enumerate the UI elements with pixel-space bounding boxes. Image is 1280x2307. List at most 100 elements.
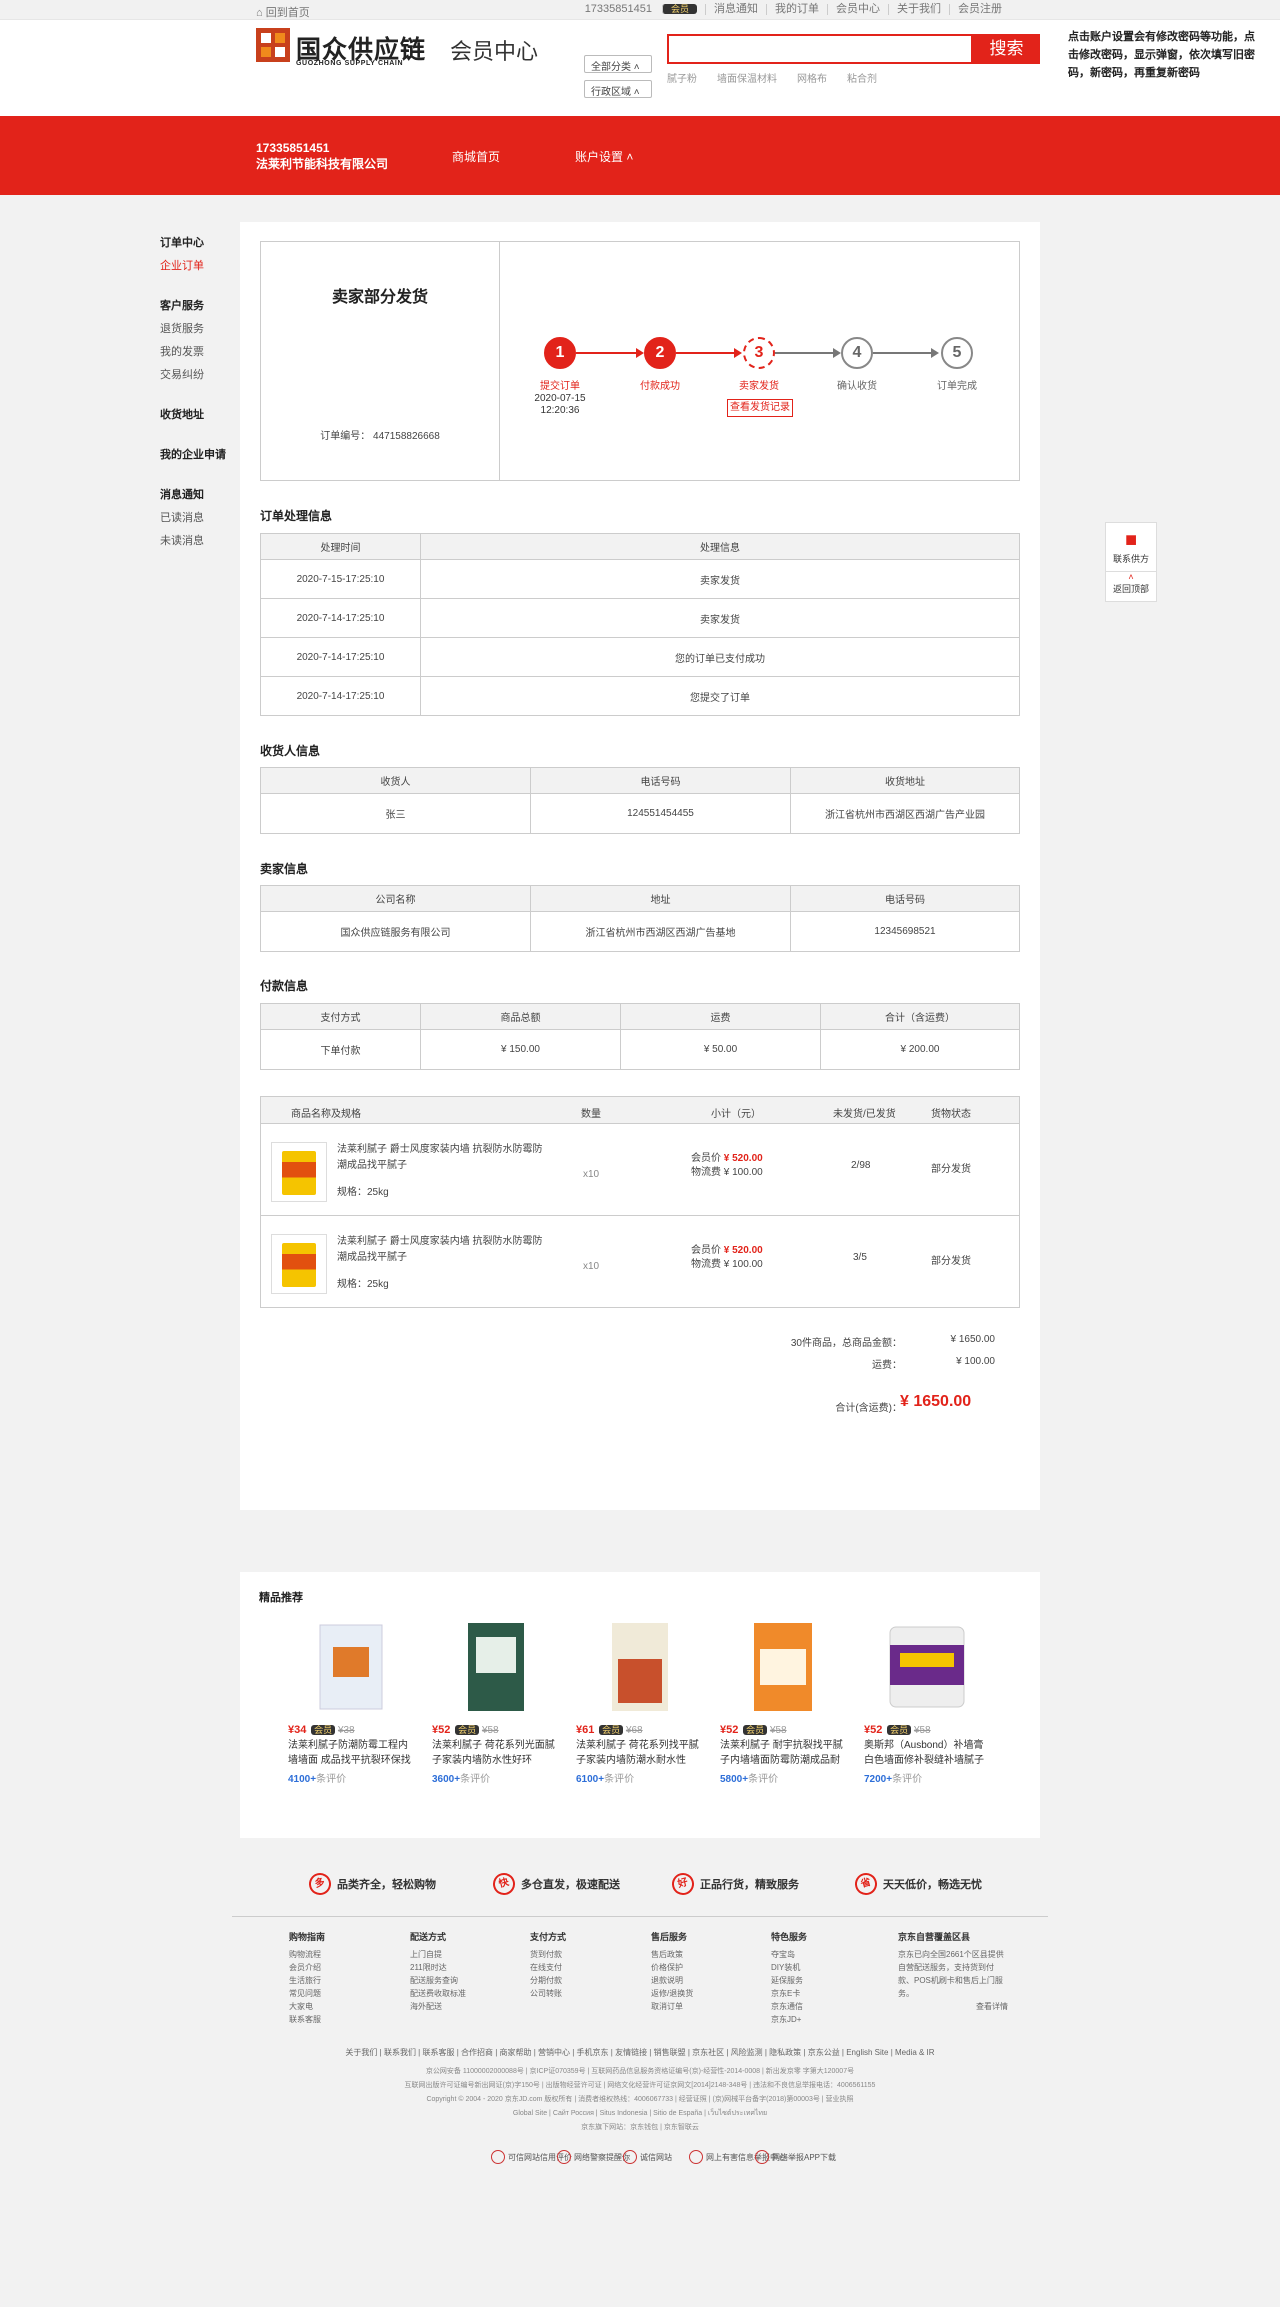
footer-link[interactable]: 在线支付 [530,1961,566,1974]
footer-link[interactable]: 配送费收取标准 [410,1987,466,2000]
sidebar-item-enterprise-apply[interactable]: 我的企业申请 [160,446,240,462]
footer-link[interactable]: 京东通信 [771,2000,807,2013]
step-date: 2020-07-15 [534,393,586,404]
search-input[interactable] [667,34,973,64]
region-select[interactable]: 行政区域 ˄ [584,80,652,98]
view-shipping-log-button[interactable]: 查看发货记录 [727,399,793,417]
footer-link[interactable]: 夺宝岛 [771,1948,807,1961]
footer-link[interactable]: 211限时达 [410,1961,466,1974]
footer-link[interactable]: 生活旅行 [289,1974,325,1987]
recommend-image[interactable] [864,1615,990,1715]
footer-link[interactable]: 返修/退换货 [651,1987,693,2000]
footer-link[interactable]: 会员介绍 [289,1961,325,1974]
annotation-note: 点击账户设置会有修改密码等功能，点击修改密码，显示弹窗，依次填写旧密码，新密码，… [1068,31,1255,79]
footer-link[interactable]: 售后政策 [651,1948,693,1961]
footer-badge[interactable]: 诚信网站 [623,2150,672,2164]
recommend-image[interactable] [576,1615,702,1715]
sidebar-item-enterprise-orders[interactable]: 企业订单 [160,257,240,273]
back-to-top-button[interactable]: 返回顶部 [1106,582,1156,595]
footer-link[interactable]: 常见问题 [289,1987,325,2000]
column-header: 电话号码 [790,885,1020,912]
footer-link[interactable]: 取消订单 [651,2000,693,2013]
top-link[interactable]: 会员注册 [949,4,1010,15]
badge-icon [491,2150,505,2164]
recommend-image[interactable] [432,1615,558,1715]
hot-keyword[interactable]: 墙面保温材料 [717,70,777,85]
top-link[interactable]: 会员中心 [827,4,888,15]
footer-links[interactable]: 关于我们 | 联系我们 | 联系客服 | 合作招商 | 商家帮助 | 营销中心 … [0,2047,1280,2058]
product-status: 部分发货 [931,1256,971,1267]
sidebar-item-unread[interactable]: 未读消息 [160,532,240,548]
footer-link[interactable]: 价格保护 [651,1961,693,1974]
footer-link[interactable]: 上门自提 [410,1948,466,1961]
sidebar-item-returns[interactable]: 退货服务 [160,320,240,336]
hot-keyword[interactable]: 粘合剂 [847,70,877,85]
recommend-item[interactable]: ¥34 会员 ¥38 法莱利腻子防潮防霉工程内墙墙面 成品找平抗裂环保找平 41… [288,1615,414,1785]
badge-icon [557,2150,571,2164]
arrow-icon [931,348,939,358]
account-company: 法莱利节能科技有限公司 [256,157,389,171]
recommend-name[interactable]: 法莱利腻子 荷花系列找平腻子家装内墙防潮水耐水性 [576,1738,702,1768]
footer-badge[interactable]: 网络警察提醒你 [557,2150,630,2164]
product-image[interactable] [271,1234,327,1294]
recommend-item[interactable]: ¥52 会员 ¥58 奥斯邦（Ausbond）补墙膏 白色墙面修补裂缝补墙腻子膏… [864,1615,990,1785]
footer-link[interactable]: 货到付款 [530,1948,566,1961]
top-link[interactable]: 关于我们 [888,4,949,15]
footer-column: 售后服务 售后政策 价格保护 退款说明 返修/退换货 取消订单 [651,1932,694,2013]
recommend-name[interactable]: 法莱利腻子防潮防霉工程内墙墙面 成品找平抗裂环保找平 [288,1738,414,1768]
nav-mall-home[interactable]: 商城首页 [452,148,500,165]
product-name[interactable]: 法莱利腻子 爵士风度家装内墙 抗裂防水防霉防潮成品找平腻子 [337,1234,547,1266]
footer-link[interactable]: 京东E卡 [771,1987,807,2000]
product-qty: x10 [583,1261,600,1272]
footer-link[interactable]: 延保服务 [771,1974,807,1987]
column-header: 公司名称 [260,885,531,912]
chat-icon[interactable]: ■ [1106,529,1156,552]
footer-link[interactable]: 海外配送 [410,2000,466,2013]
recommend-image[interactable] [720,1615,846,1715]
vip-badge: 会员 [661,4,697,14]
hot-keyword[interactable]: 腻子粉 [667,70,697,85]
footer-link[interactable]: DIY装机 [771,1961,807,1974]
footer-link[interactable]: 京东JD+ [771,2013,807,2026]
footer-badge[interactable]: 网络举报APP下载 [755,2150,836,2164]
footer-link[interactable]: 分期付款 [530,1974,566,1987]
footer-link[interactable]: 配送服务查询 [410,1974,466,1987]
product-name[interactable]: 法莱利腻子 爵士风度家装内墙 抗裂防水防霉防潮成品找平腻子 [337,1142,547,1174]
sidebar-item-disputes[interactable]: 交易纠纷 [160,366,240,382]
recommend-name[interactable]: 奥斯邦（Ausbond）补墙膏 白色墙面修补裂缝补墙腻子膏粉刷 [864,1738,990,1768]
recommend-item[interactable]: ¥52 会员 ¥58 法莱利腻子 荷花系列光面腻子家装内墙防水性好环 3600+… [432,1615,558,1785]
footer-link[interactable]: 大家电 [289,2000,325,2013]
sidebar-item-read[interactable]: 已读消息 [160,509,240,525]
category-select[interactable]: 全部分类 ˄ [584,55,652,73]
logo-icon[interactable] [256,28,290,62]
top-link[interactable]: 消息通知 [705,4,766,15]
sidebar-heading: 消息通知 [160,489,204,501]
recommend-item[interactable]: ¥61 会员 ¥68 法莱利腻子 荷花系列找平腻子家装内墙防潮水耐水性 6100… [576,1615,702,1785]
sidebar-item-invoices[interactable]: 我的发票 [160,343,240,359]
product-image[interactable] [271,1142,327,1202]
summary-total: ¥ 1650.00 [900,1393,972,1410]
footer-line[interactable]: Global Site | Сайт Россия | Situs Indone… [0,2108,1280,2119]
footer-link[interactable]: 联系客服 [289,2013,325,2026]
footer-line: 互联网出版许可证编号新出网证(京)字150号 | 出版物经营许可证 | 网络文化… [404,2082,876,2089]
recommend-name[interactable]: 法莱利腻子 荷花系列光面腻子家装内墙防水性好环 [432,1738,558,1768]
recommend-image[interactable] [288,1615,414,1715]
home-link[interactable]: ⌂ 回到首页 [256,4,310,20]
column-header: 商品总额 [420,1003,621,1030]
footer-line[interactable]: 京东旗下网站：京东钱包 | 京东智联云 [0,2122,1280,2132]
recommend-name[interactable]: 法莱利腻子 耐宇抗裂找平腻子内墙墙面防霉防潮成品耐 [720,1738,846,1768]
receiver-table: 收货人 电话号码 收货地址 张三 124551454455 浙江省杭州市西湖区西湖广告产… [260,767,1020,834]
hot-keyword[interactable]: 网格布 [797,70,827,85]
search-button[interactable]: 搜索 [973,34,1040,64]
logo-subtext: GUOZHONG SUPPLY CHAIN [296,60,404,67]
recommend-item[interactable]: ¥52 会员 ¥58 法莱利腻子 耐宇抗裂找平腻子内墙墙面防霉防潮成品耐 580… [720,1615,846,1785]
product-spec: 规格：25kg [337,1279,389,1290]
sidebar-item-address[interactable]: 收货地址 [160,406,240,422]
footer-link[interactable]: 查看详情 [898,2000,1008,2013]
footer-link[interactable]: 购物流程 [289,1948,325,1961]
nav-account-settings[interactable]: 账户设置 ˄ [575,148,633,165]
footer-link[interactable]: 退款说明 [651,1974,693,1987]
footer-link[interactable]: 公司转账 [530,1987,566,2000]
contact-supplier-button[interactable]: 联系供方 [1106,552,1156,565]
top-link[interactable]: 我的订单 [766,4,827,15]
